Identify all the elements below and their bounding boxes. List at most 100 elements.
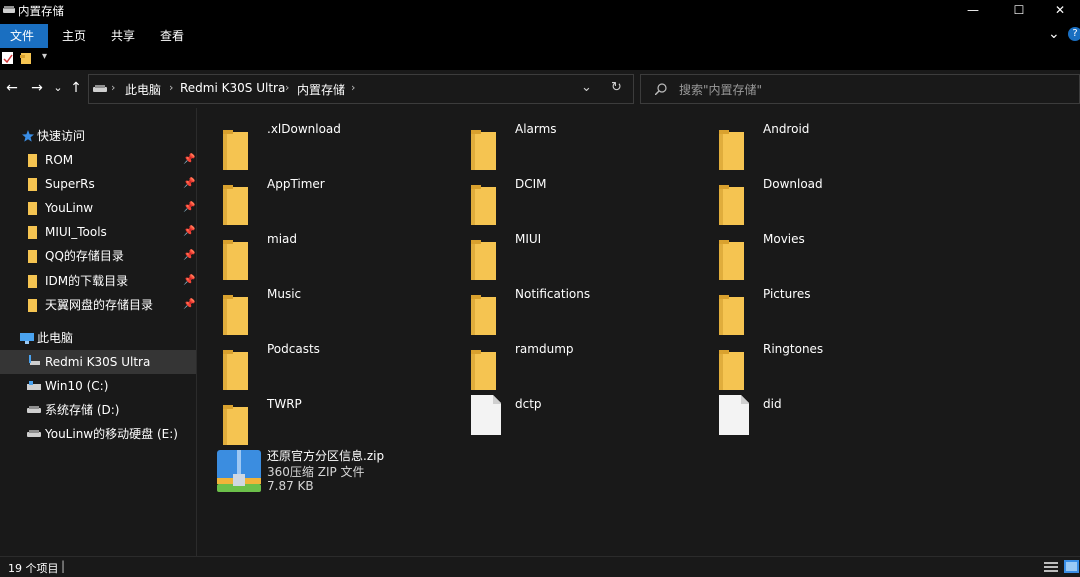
sidebar-item-quick-access[interactable]: 快速访问 xyxy=(0,124,196,148)
forward-button[interactable]: → xyxy=(27,78,47,98)
folder-icon xyxy=(28,154,37,167)
title-bar: 内置存储 — ☐ ✕ xyxy=(0,0,1080,20)
sidebar-item-win10-c[interactable]: Win10 (C:) xyxy=(0,374,196,398)
folder-item[interactable]: miad xyxy=(215,230,455,280)
folder-icon xyxy=(719,240,744,280)
item-name: Ringtones xyxy=(763,342,824,356)
sidebar-item-system-d[interactable]: 系统存储 (D:) xyxy=(0,398,196,422)
sidebar-item-label: YouLinw xyxy=(45,201,94,215)
sidebar-item-label: 快速访问 xyxy=(37,129,86,143)
sidebar-item-miui-tools[interactable]: MIUI_Tools 📌 xyxy=(0,220,196,244)
pin-icon: 📌 xyxy=(183,275,196,286)
status-separator: | xyxy=(61,559,66,573)
item-count: 19 个项目 xyxy=(8,562,59,575)
file-item[interactable]: dctp xyxy=(463,395,703,445)
sidebar-item-label: IDM的下载目录 xyxy=(45,274,129,288)
sidebar-item-label: YouLinw的移动硬盘 (E:) xyxy=(45,427,178,441)
sidebar-item-removable-e[interactable]: YouLinw的移动硬盘 (E:) xyxy=(0,422,196,446)
help-icon[interactable]: ? xyxy=(1068,27,1080,41)
drive-icon xyxy=(27,406,41,413)
file-list: .xlDownload Alarms Android AppTimer DCIM… xyxy=(197,108,1080,556)
folder-item[interactable]: .xlDownload xyxy=(215,120,455,170)
customize-toolbar-icon[interactable]: ▾ xyxy=(42,51,47,62)
search-box[interactable]: 搜索"内置存储" xyxy=(640,74,1080,104)
back-button[interactable]: ← xyxy=(2,78,22,98)
zip-file-item[interactable]: 还原官方分区信息.zip 360压缩 ZIP 文件 7.87 KB xyxy=(215,446,455,498)
tab-home[interactable]: 主页 xyxy=(52,24,96,48)
sidebar-item-idm-download[interactable]: IDM的下载目录 📌 xyxy=(0,269,196,293)
sidebar-item-superrs[interactable]: SuperRs 📌 xyxy=(0,172,196,196)
file-item[interactable]: did xyxy=(711,395,951,445)
sidebar-item-redmi-k30s-ultra[interactable]: Redmi K30S Ultra xyxy=(0,350,196,374)
sidebar-item-youlinw[interactable]: YouLinw 📌 xyxy=(0,196,196,220)
folder-item[interactable]: Download xyxy=(711,175,951,225)
folder-icon xyxy=(223,405,248,445)
item-name: Notifications xyxy=(515,287,591,301)
breadcrumb-internal-storage[interactable]: 内置存储 xyxy=(297,81,345,98)
folder-icon xyxy=(223,185,248,225)
folder-icon xyxy=(471,350,496,390)
breadcrumb-separator: › xyxy=(169,81,174,94)
folder-item[interactable]: Android xyxy=(711,120,951,170)
new-folder-icon[interactable] xyxy=(20,52,32,65)
large-icons-view-icon[interactable] xyxy=(1064,560,1079,573)
sidebar-item-rom[interactable]: ROM 📌 xyxy=(0,148,196,172)
folder-item[interactable]: Music xyxy=(215,285,455,335)
search-icon xyxy=(655,83,667,95)
folder-item[interactable]: Notifications xyxy=(463,285,703,335)
address-bar[interactable]: › 此电脑 › Redmi K30S Ultra › 内置存储 › ⌄ ↻ xyxy=(88,74,634,104)
folder-icon xyxy=(28,299,37,312)
sidebar-item-tianyi-storage[interactable]: 天翼网盘的存储目录 📌 xyxy=(0,293,196,317)
folder-icon xyxy=(28,250,37,263)
item-name: dctp xyxy=(515,397,542,411)
folder-item[interactable]: MIUI xyxy=(463,230,703,280)
item-name: Movies xyxy=(763,232,805,246)
minimize-button[interactable]: — xyxy=(950,0,996,20)
breadcrumb-this-pc[interactable]: 此电脑 xyxy=(125,81,161,98)
folder-item[interactable]: ramdump xyxy=(463,340,703,390)
breadcrumb-device[interactable]: Redmi K30S Ultra xyxy=(180,81,285,95)
properties-icon[interactable] xyxy=(2,52,14,65)
sidebar-item-qq-storage[interactable]: QQ的存储目录 📌 xyxy=(0,244,196,268)
folder-item[interactable]: AppTimer xyxy=(215,175,455,225)
status-bar: 19 个项目 | xyxy=(0,556,1080,577)
item-name: .xlDownload xyxy=(267,122,341,136)
folder-item[interactable]: Movies xyxy=(711,230,951,280)
pin-icon: 📌 xyxy=(183,299,196,310)
folder-item[interactable]: Pictures xyxy=(711,285,951,335)
ribbon: 文件 主页 共享 查看 ⌄ ? xyxy=(0,20,1080,48)
folder-item[interactable]: Podcasts xyxy=(215,340,455,390)
refresh-button[interactable]: ↻ xyxy=(611,80,622,95)
folder-item[interactable]: Alarms xyxy=(463,120,703,170)
details-view-icon[interactable] xyxy=(1044,561,1058,573)
folder-item[interactable]: TWRP xyxy=(215,395,455,445)
file-icon xyxy=(719,395,749,435)
tab-share[interactable]: 共享 xyxy=(101,24,145,48)
item-name: Download xyxy=(763,177,823,191)
maximize-button[interactable]: ☐ xyxy=(996,0,1042,20)
item-name: Android xyxy=(763,122,810,136)
sidebar-item-label: QQ的存储目录 xyxy=(45,249,124,263)
breadcrumb-separator: › xyxy=(285,81,290,94)
tab-view[interactable]: 查看 xyxy=(150,24,194,48)
item-name: Music xyxy=(267,287,302,301)
folder-icon xyxy=(471,185,496,225)
close-button[interactable]: ✕ xyxy=(1040,0,1080,20)
address-dropdown-button[interactable]: ⌄ xyxy=(581,80,592,95)
item-name: MIUI xyxy=(515,232,542,246)
sidebar-item-label: Redmi K30S Ultra xyxy=(45,355,151,369)
folder-item[interactable]: DCIM xyxy=(463,175,703,225)
item-name: miad xyxy=(267,232,297,246)
folder-icon xyxy=(223,350,248,390)
pin-icon: 📌 xyxy=(183,226,196,237)
window-title: 内置存储 xyxy=(18,4,64,18)
item-name: DCIM xyxy=(515,177,547,191)
up-button[interactable]: ↑ xyxy=(66,78,86,98)
expand-ribbon-button[interactable]: ⌄ xyxy=(1048,26,1060,42)
search-input[interactable]: 搜索"内置存储" xyxy=(679,81,762,98)
recent-locations-button[interactable]: ⌄ xyxy=(48,78,68,98)
tab-file[interactable]: 文件 xyxy=(0,24,48,48)
sidebar-item-this-pc[interactable]: 此电脑 xyxy=(0,326,196,350)
folder-item[interactable]: Ringtones xyxy=(711,340,951,390)
zip-archive-icon xyxy=(217,450,261,492)
